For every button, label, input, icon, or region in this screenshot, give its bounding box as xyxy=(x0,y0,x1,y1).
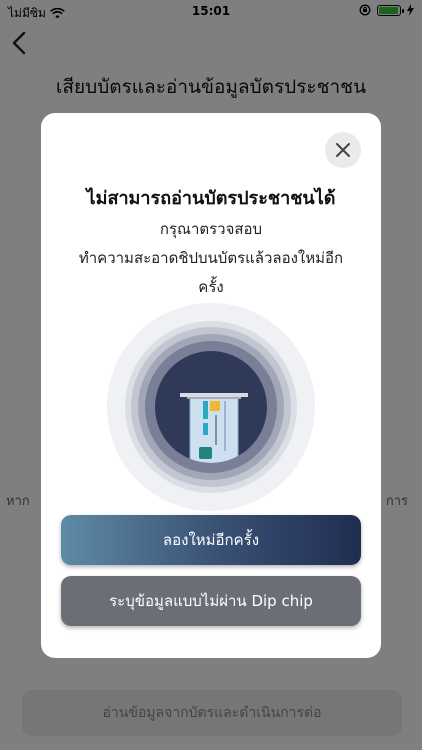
manual-entry-button[interactable]: ระบุข้อมูลแบบไม่ผ่าน Dip chip xyxy=(61,576,361,626)
retry-button[interactable]: ลองใหม่อีกครั้ง xyxy=(61,515,361,565)
error-modal: ไม่สามารถอ่านบัตรประชาชนได้ กรุณาตรวจสอบ… xyxy=(41,113,381,658)
modal-title: ไม่สามารถอ่านบัตรประชาชนได้ xyxy=(86,188,336,209)
error-message: กรุณาตรวจสอบ ทำความสะอาดชิปบนบัตรแล้วลอง… xyxy=(69,215,353,302)
message-line-1: กรุณาตรวจสอบ xyxy=(159,220,263,238)
close-button[interactable] xyxy=(325,132,361,168)
message-line-3: ครั้ง xyxy=(198,278,224,296)
close-icon xyxy=(336,143,350,157)
card-reader-illustration xyxy=(107,303,315,511)
message-line-2: ทำความสะอาดชิปบนบัตรแล้วลองใหม่อีก xyxy=(78,249,344,267)
